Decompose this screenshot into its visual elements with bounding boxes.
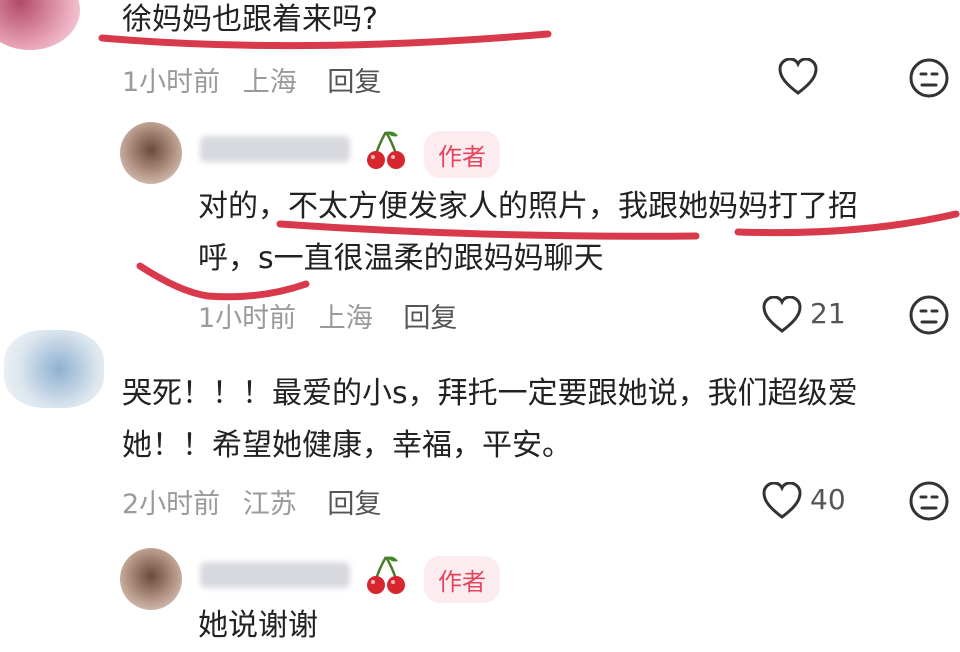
author-badge: 作者 bbox=[424, 131, 500, 178]
comment-meta: 1小时前 上海 回复 bbox=[122, 60, 381, 99]
comment-text-line-1: 哭死！！！最爱的小s，拜托一定要跟她说，我们超级爱 bbox=[122, 376, 858, 411]
comment-meta: 2小时前 江苏 回复 bbox=[122, 482, 381, 521]
comment-text: 徐妈妈也跟着来吗? bbox=[122, 2, 378, 37]
comment-text-line-2: 她！！希望她健康，幸福，平安。 bbox=[122, 428, 572, 463]
comment-meta: 1小时前 上海 回复 bbox=[198, 296, 457, 335]
author-name[interactable] bbox=[200, 136, 350, 162]
emoji-icon[interactable] bbox=[908, 57, 950, 99]
heart-icon[interactable] bbox=[762, 482, 802, 520]
comment-location: 上海 bbox=[318, 303, 373, 334]
heart-icon[interactable] bbox=[778, 58, 818, 96]
comment-text-line-2: 呼，s一直很温柔的跟妈妈聊天 bbox=[198, 241, 604, 276]
cherry-icon bbox=[366, 128, 406, 172]
avatar[interactable] bbox=[120, 548, 182, 610]
reply-button[interactable]: 回复 bbox=[403, 303, 457, 334]
author-badge: 作者 bbox=[424, 556, 500, 603]
reply-button[interactable]: 回复 bbox=[327, 489, 381, 520]
heart-icon[interactable] bbox=[762, 296, 802, 334]
comment-time: 1小时前 bbox=[122, 67, 221, 98]
avatar[interactable] bbox=[120, 122, 182, 184]
comment-location: 江苏 bbox=[242, 489, 297, 520]
comment-text: 她说谢谢 bbox=[198, 608, 318, 643]
avatar[interactable] bbox=[4, 330, 104, 408]
like-count: 21 bbox=[810, 297, 846, 330]
like-count: 40 bbox=[810, 483, 846, 516]
comment-text-line-1: 对的，不太方便发家人的照片，我跟她妈妈打了招 bbox=[198, 189, 858, 224]
author-name[interactable] bbox=[200, 562, 350, 588]
comment-time: 1小时前 bbox=[198, 303, 297, 334]
emoji-icon[interactable] bbox=[908, 480, 950, 522]
comment-time: 2小时前 bbox=[122, 489, 221, 520]
avatar[interactable] bbox=[0, 0, 80, 50]
reply-button[interactable]: 回复 bbox=[327, 67, 381, 98]
emoji-icon[interactable] bbox=[908, 294, 950, 336]
comment-location: 上海 bbox=[242, 67, 297, 98]
cherry-icon bbox=[366, 553, 406, 597]
